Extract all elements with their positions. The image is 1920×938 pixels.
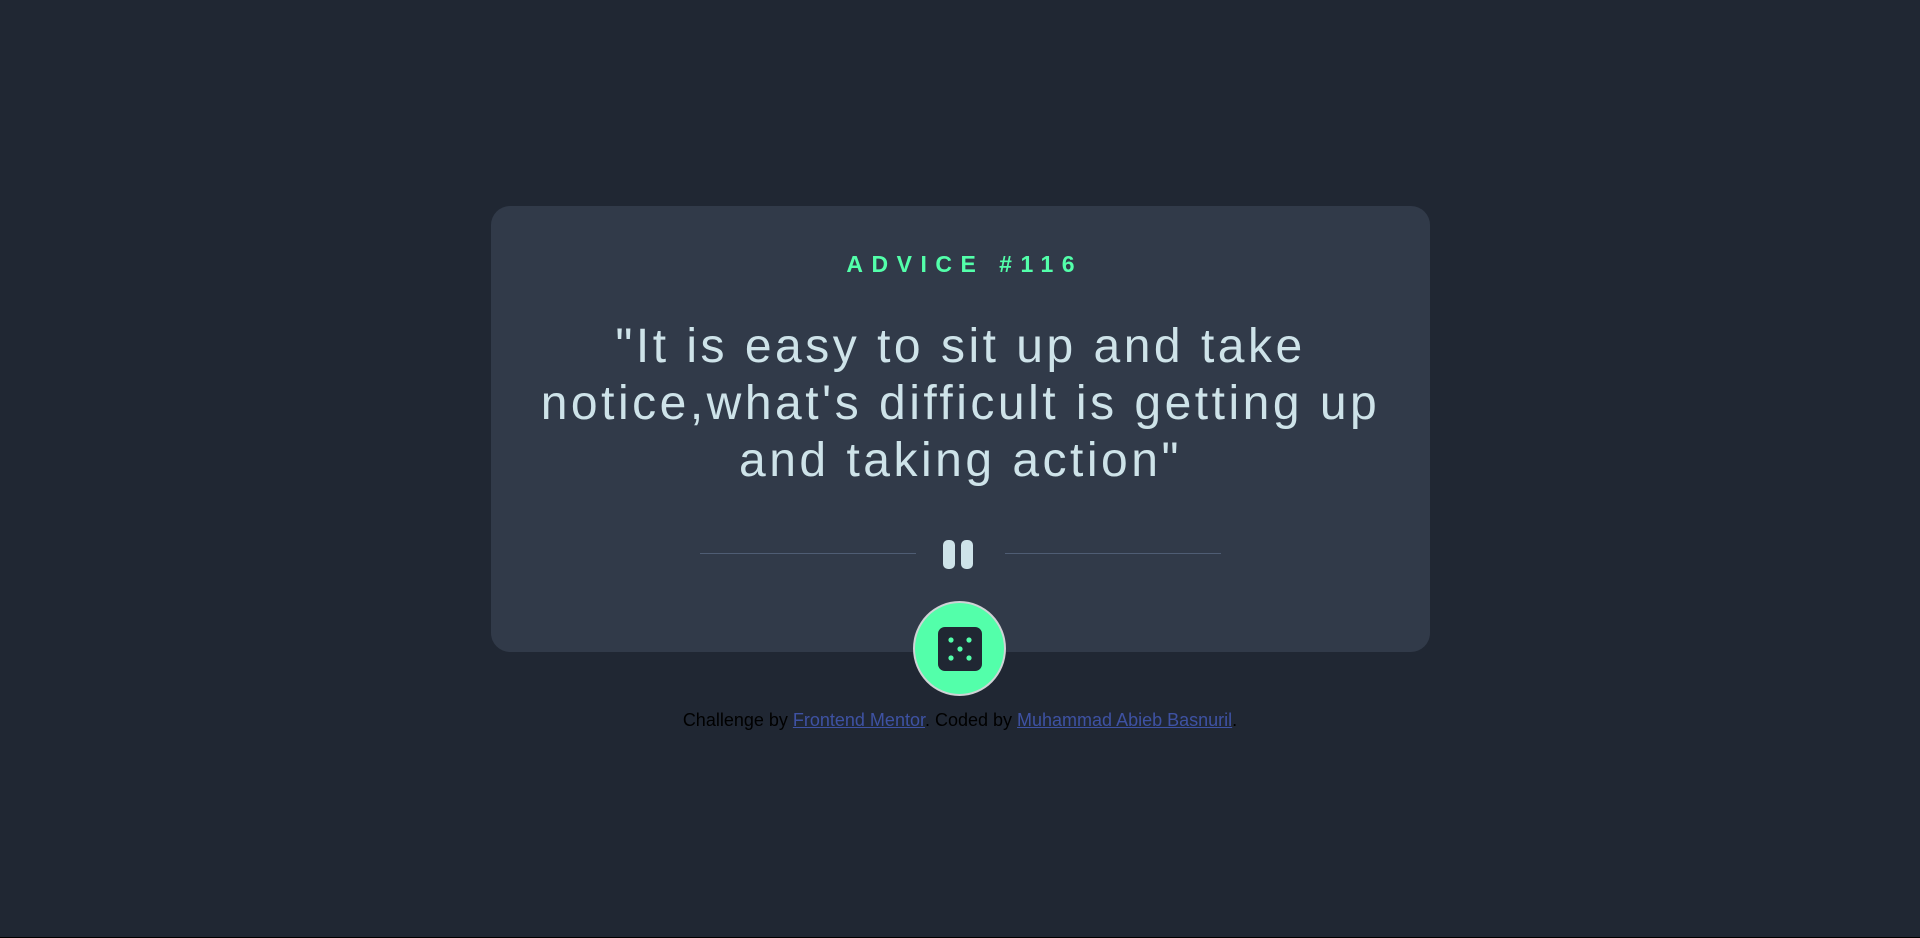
divider-line-right [1005, 553, 1221, 554]
attribution-separator: . Coded by [924, 710, 1018, 730]
pause-bar-left [943, 540, 955, 569]
attribution: Challenge by Frontend Mentor. Coded by M… [0, 709, 1920, 731]
advice-quote: "It is easy to sit up and take notice,wh… [540, 320, 1381, 487]
generate-advice-button[interactable] [913, 601, 1006, 696]
author-link[interactable]: Muhammad Abieb Basnuril [1017, 710, 1232, 730]
attribution-suffix: . [1232, 710, 1238, 730]
pause-icon [934, 540, 976, 569]
advice-card: ADVICE #116 "It is easy to sit up and ta… [491, 206, 1430, 652]
divider [700, 533, 1221, 573]
frontend-mentor-link[interactable]: Frontend Mentor [793, 710, 925, 730]
page: ADVICE #116 "It is easy to sit up and ta… [0, 0, 1920, 938]
divider-line-left [700, 553, 916, 554]
advice-id: ADVICE #116 [846, 251, 1084, 277]
attribution-prefix: Challenge by [682, 710, 793, 730]
pause-bar-right [961, 540, 973, 569]
dice-icon [937, 626, 982, 671]
